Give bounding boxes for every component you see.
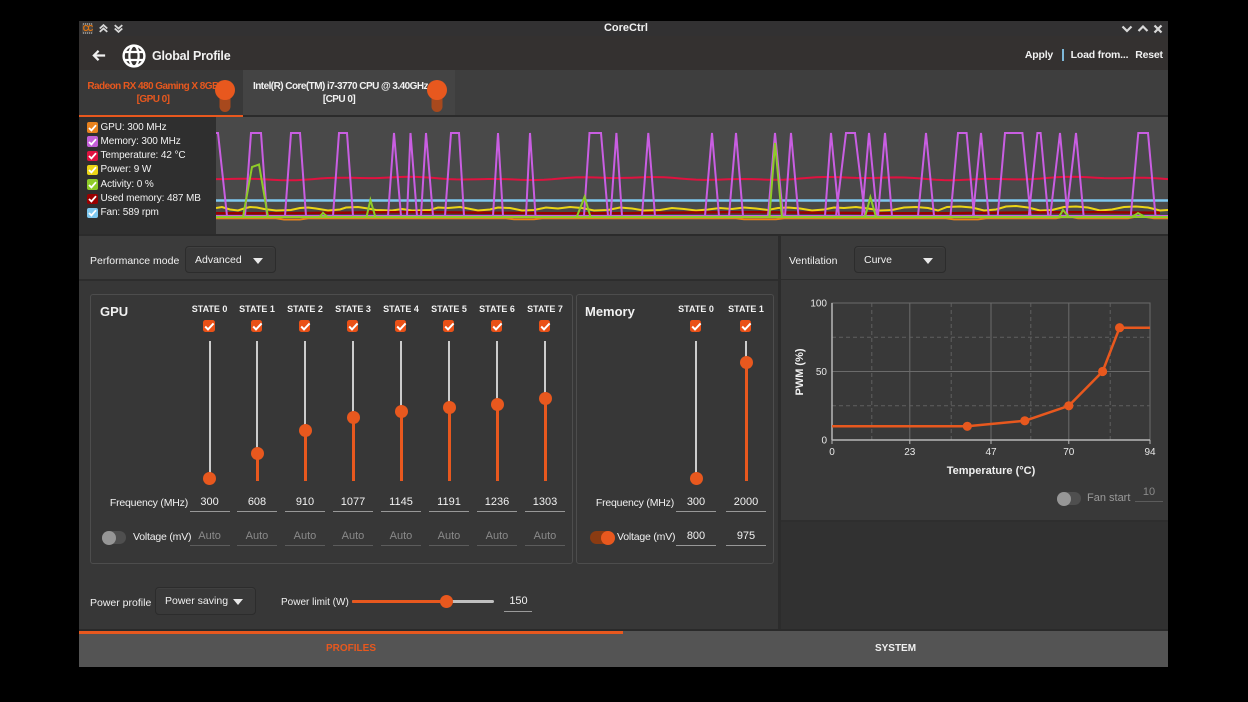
svg-text:70: 70 xyxy=(1063,447,1075,458)
svg-text:100: 100 xyxy=(810,299,827,310)
svg-text:PWM (%): PWM (%) xyxy=(794,348,806,395)
svg-text:23: 23 xyxy=(904,447,916,458)
svg-text:0: 0 xyxy=(821,436,827,447)
svg-text:Temperature (°C): Temperature (°C) xyxy=(947,465,1036,477)
svg-text:50: 50 xyxy=(816,367,828,378)
svg-text:47: 47 xyxy=(985,447,997,458)
svg-text:94: 94 xyxy=(1144,447,1156,458)
svg-text:0: 0 xyxy=(829,447,835,458)
